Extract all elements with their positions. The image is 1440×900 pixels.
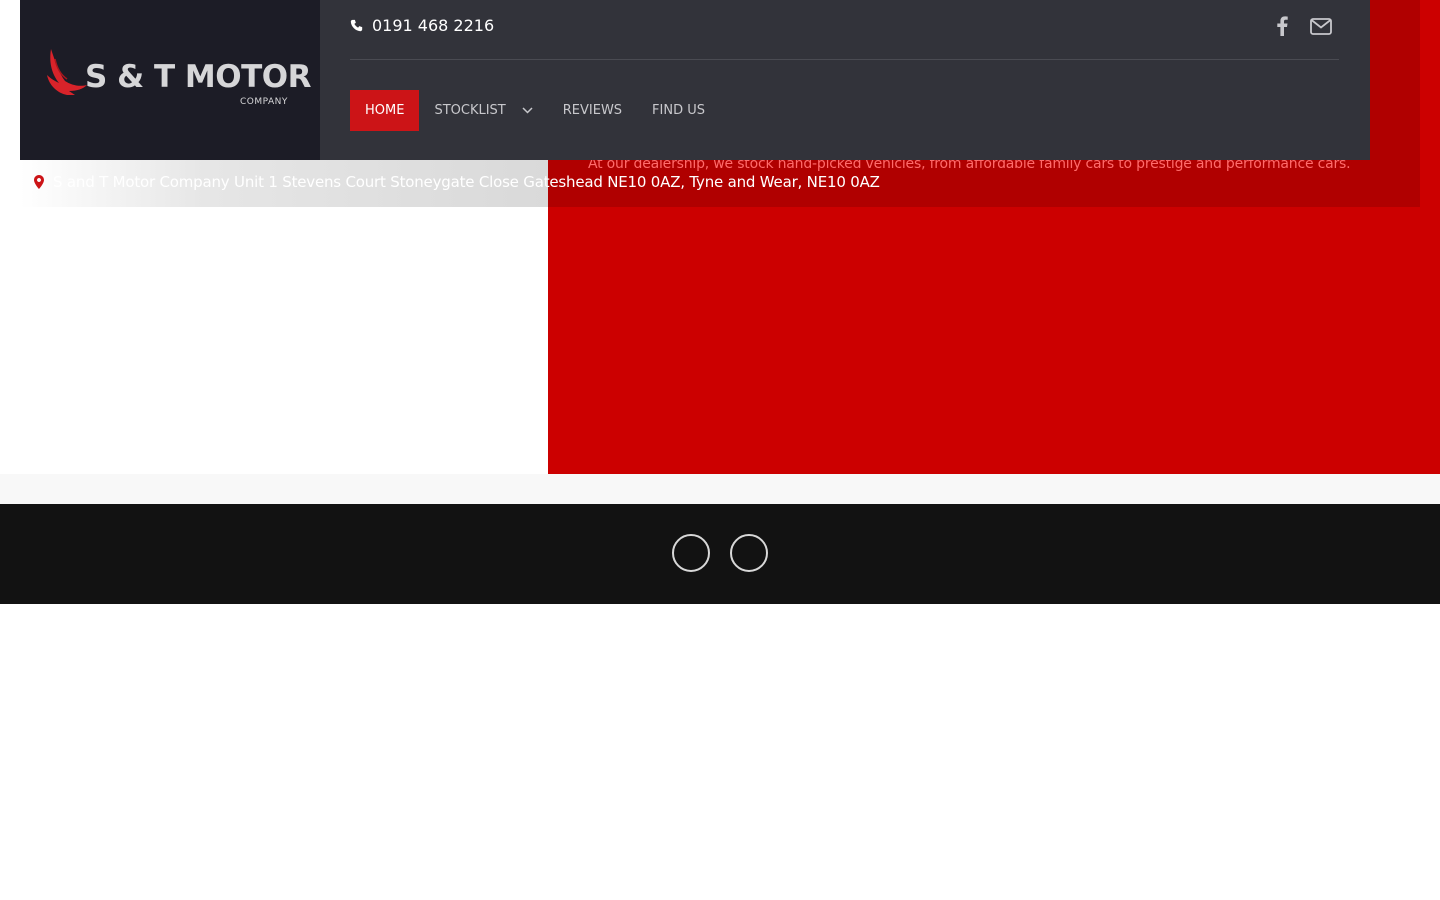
nav-item-label: STOCKLIST <box>434 103 506 118</box>
social-circle-button[interactable] <box>672 534 710 572</box>
logo-subtext: COMPANY <box>240 97 288 107</box>
nav-item-stocklist[interactable]: STOCKLIST <box>419 90 547 131</box>
nav-item-reviews[interactable]: REVIEWS <box>548 90 637 131</box>
main-nav: HOME STOCKLIST REVIEWS FIND US <box>350 90 720 131</box>
chevron-down-icon <box>522 107 533 114</box>
nav-item-find-us[interactable]: FIND US <box>637 90 720 131</box>
footer-social-links <box>672 534 768 572</box>
header-bar: 0191 468 2216 HOME STOCKLIST REVIEWS FIN… <box>320 0 1370 160</box>
site-logo: S & T MOTOR COMPANY <box>45 45 311 115</box>
site-logo-link[interactable]: S & T MOTOR COMPANY <box>20 0 320 160</box>
header-social-links <box>1276 16 1332 40</box>
map-pin-icon <box>34 175 44 189</box>
logo-text: S & T MOTOR <box>85 59 311 95</box>
section-divider <box>0 474 1440 504</box>
header-divider <box>350 59 1339 60</box>
address-text: S and T Motor Company Unit 1 Stevens Cou… <box>53 173 880 191</box>
footer <box>0 504 1440 604</box>
social-circle-button[interactable] <box>730 534 768 572</box>
address-line: S and T Motor Company Unit 1 Stevens Cou… <box>34 173 880 191</box>
envelope-icon[interactable] <box>1310 17 1332 39</box>
phone-link[interactable]: 0191 468 2216 <box>350 16 494 35</box>
page: At our dealership, we stock hand-picked … <box>0 0 1440 900</box>
facebook-icon[interactable] <box>1276 16 1288 40</box>
nav-item-home[interactable]: HOME <box>350 90 420 131</box>
phone-number: 0191 468 2216 <box>372 16 495 35</box>
phone-icon <box>350 19 363 32</box>
eagle-icon <box>47 49 87 95</box>
